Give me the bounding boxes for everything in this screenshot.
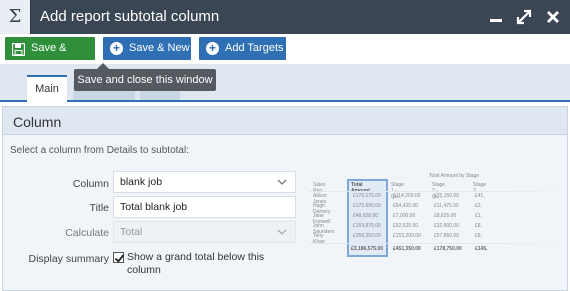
column-select-value: blank job	[120, 176, 163, 188]
preview-cell: £1,	[475, 213, 482, 219]
preview-cell: £8,	[475, 233, 482, 239]
instructions-text: Select a column from Details to subtotal…	[10, 145, 189, 156]
preview-fade	[497, 171, 567, 259]
chevron-down-icon	[277, 222, 287, 250]
toolbar: Save & Close + Save & New + Add Targets	[0, 34, 570, 77]
preview-cell: £114,200.00	[393, 193, 421, 199]
display-summary-label: Display summary	[28, 253, 109, 265]
floppy-disk-icon	[11, 42, 26, 57]
title-bar: Σ Add report subtotal column	[0, 0, 570, 34]
display-summary-checkbox[interactable]	[113, 252, 125, 263]
close-icon[interactable]	[543, 7, 563, 27]
calculate-select[interactable]: Total	[113, 221, 296, 243]
plus-circle-icon: +	[110, 42, 123, 55]
preview-cell: £153,200.00	[393, 233, 421, 239]
preview-cell: £52,525.00	[393, 223, 419, 229]
column-label: Column	[72, 178, 109, 190]
preview-cell: £356,350.00	[353, 233, 381, 239]
column-select[interactable]: blank job	[113, 171, 296, 193]
save-and-new-label: Save & New	[129, 42, 190, 54]
preview-cell: £57,850.00	[434, 233, 460, 239]
preview-cell: £8,625.00	[434, 213, 457, 219]
tooltip: Save and close this window	[74, 69, 216, 91]
preview-cell: £7,000.00	[393, 213, 416, 219]
window-title: Add report subtotal column	[40, 8, 220, 25]
save-and-new-button[interactable]: + Save & New	[103, 37, 191, 60]
preview-cell: £2,	[475, 203, 482, 209]
title-label: Title	[89, 202, 109, 214]
add-targets-button[interactable]: + Add Targets	[199, 37, 286, 60]
preview-cell: £75,150.00	[434, 193, 460, 199]
subtotal-preview: Total Amount by Stage Sales Rep Total Am…	[309, 171, 567, 259]
maximize-icon[interactable]	[514, 7, 534, 27]
preview-cell: £169,875.00	[353, 223, 381, 229]
preview-cell: £41,	[475, 193, 485, 199]
preview-cell: £3,186,575.00	[351, 246, 383, 252]
plus-circle-icon: +	[206, 42, 219, 55]
preview-cell: £170,690.00	[353, 203, 381, 209]
preview-cell: £170,175.00	[353, 193, 381, 199]
panel-header: Column	[3, 107, 567, 135]
tab-main[interactable]: Main	[27, 75, 67, 102]
preview-cell: £64,425.00	[393, 203, 419, 209]
display-summary-text: Show a grand total below this column	[127, 251, 265, 276]
save-and-close-button[interactable]: Save & Close	[5, 37, 95, 77]
calculate-label: Calculate	[65, 227, 109, 239]
preview-cell: £451,350.00	[393, 246, 421, 252]
preview-cell: £32,600.00	[434, 223, 460, 229]
minimize-icon[interactable]	[486, 7, 506, 27]
preview-cell: £8,	[475, 223, 482, 229]
calculate-select-value: Total	[120, 226, 143, 238]
sigma-icon: Σ	[0, 0, 31, 34]
preview-cell: £145,	[475, 246, 488, 252]
column-panel: Column Select a column from Details to s…	[2, 106, 568, 291]
preview-cell: £48,628.00	[353, 213, 379, 219]
preview-cell: £11,475.00	[434, 203, 459, 209]
panel-title: Column	[13, 114, 62, 130]
preview-cell: £178,750.00	[434, 246, 462, 252]
title-input[interactable]: Total blank job	[113, 196, 296, 218]
add-targets-label: Add Targets	[225, 42, 284, 54]
